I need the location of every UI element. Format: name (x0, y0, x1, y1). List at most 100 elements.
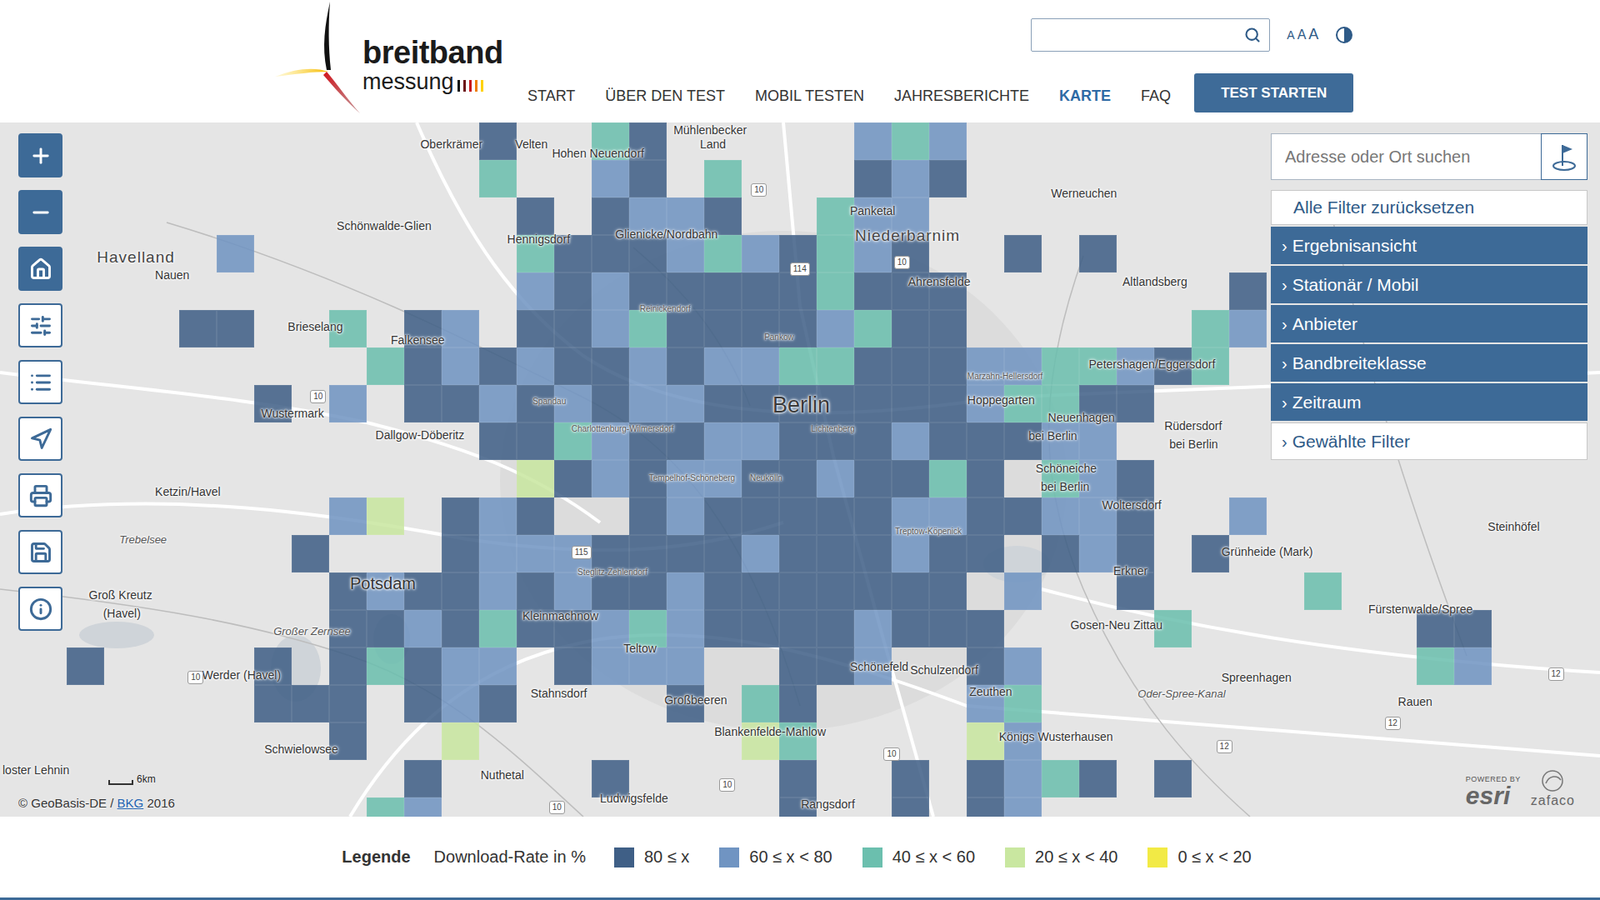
grid-cell[interactable] (554, 647, 592, 685)
grid-cell[interactable] (216, 310, 255, 348)
grid-cell[interactable] (291, 535, 330, 573)
grid-cell[interactable] (1004, 797, 1042, 817)
filter-accordion-item[interactable]: ›Ergebnisansicht (1270, 226, 1588, 265)
grid-cell[interactable] (741, 685, 780, 723)
grid-cell[interactable] (291, 685, 330, 723)
grid-cell[interactable] (1229, 497, 1267, 535)
grid-cell[interactable] (816, 497, 855, 535)
grid-cell[interactable] (479, 572, 517, 610)
grid-cell[interactable] (854, 610, 892, 648)
grid-cell[interactable] (479, 122, 517, 160)
grid-cell[interactable] (929, 160, 967, 198)
grid-cell[interactable] (929, 347, 967, 385)
grid-cell[interactable] (366, 610, 405, 648)
grid-cell[interactable] (1116, 572, 1155, 610)
zoom-in-button[interactable] (18, 133, 63, 178)
grid-cell[interactable] (554, 310, 592, 348)
grid-cell[interactable] (1041, 760, 1080, 798)
grid-cell[interactable] (854, 160, 892, 198)
grid-cell[interactable] (629, 310, 667, 348)
font-size-option[interactable]: A (1286, 28, 1295, 42)
grid-cell[interactable] (329, 685, 367, 723)
grid-cell[interactable] (479, 685, 517, 723)
grid-cell[interactable] (854, 310, 892, 348)
grid-cell[interactable] (891, 610, 930, 648)
grid-cell[interactable] (366, 647, 405, 685)
grid-cell[interactable] (891, 122, 930, 160)
grid-cell[interactable] (666, 572, 705, 610)
grid-cell[interactable] (591, 160, 630, 198)
nav-link[interactable]: FAQ (1140, 80, 1171, 105)
grid-cell[interactable] (516, 310, 555, 348)
grid-cell[interactable] (779, 347, 817, 385)
grid-cell[interactable] (741, 535, 780, 573)
grid-cell[interactable] (741, 422, 780, 460)
grid-cell[interactable] (666, 497, 705, 535)
grid-cell[interactable] (629, 347, 667, 385)
grid-cell[interactable] (929, 422, 967, 460)
grid-cell[interactable] (554, 272, 592, 310)
grid-cell[interactable] (1454, 647, 1492, 685)
grid-cell[interactable] (404, 385, 442, 423)
grid-cell[interactable] (479, 647, 517, 685)
grid-cell[interactable] (1041, 497, 1080, 535)
grid-cell[interactable] (704, 422, 742, 460)
grid-cell[interactable] (929, 385, 967, 423)
grid-cell[interactable] (779, 647, 817, 685)
filter-accordion-item[interactable]: ›Anbieter (1270, 305, 1588, 343)
grid-cell[interactable] (816, 647, 855, 685)
font-size-option[interactable]: A (1308, 25, 1319, 44)
grid-cell[interactable] (1229, 272, 1267, 310)
grid-cell[interactable] (591, 535, 630, 573)
nav-link[interactable]: START (527, 80, 575, 105)
grid-cell[interactable] (216, 235, 255, 273)
grid-cell[interactable] (741, 497, 780, 535)
reset-filters-button[interactable]: Alle Filter zurücksetzen (1270, 190, 1588, 225)
grid-cell[interactable] (629, 385, 667, 423)
grid-cell[interactable] (554, 572, 592, 610)
grid-cell[interactable] (741, 347, 780, 385)
nav-link[interactable]: JAHRESBERICHTE (894, 80, 1030, 105)
grid-cell[interactable] (816, 272, 855, 310)
grid-cell[interactable] (966, 460, 1005, 498)
grid-cell[interactable] (1079, 535, 1117, 573)
grid-cell[interactable] (516, 497, 555, 535)
grid-cell[interactable] (854, 385, 892, 423)
grid-cell[interactable] (1191, 310, 1230, 348)
grid-cell[interactable] (366, 797, 405, 817)
grid-cell[interactable] (366, 347, 405, 385)
grid-cell[interactable] (816, 197, 855, 235)
grid-cell[interactable] (179, 310, 217, 348)
grid-cell[interactable] (966, 535, 1005, 573)
start-test-button[interactable]: TEST STARTEN (1194, 73, 1354, 113)
grid-cell[interactable] (704, 160, 742, 198)
grid-cell[interactable] (666, 347, 705, 385)
grid-cell[interactable] (891, 460, 930, 498)
grid-cell[interactable] (704, 610, 742, 648)
grid-cell[interactable] (779, 760, 817, 798)
settings-button[interactable] (18, 303, 63, 348)
grid-cell[interactable] (854, 572, 892, 610)
grid-cell[interactable] (966, 722, 1005, 760)
filter-accordion-item[interactable]: ›Bandbreiteklasse (1270, 344, 1588, 382)
grid-cell[interactable] (779, 535, 817, 573)
info-button[interactable] (18, 586, 63, 631)
grid-cell[interactable] (329, 497, 367, 535)
filter-accordion-item[interactable]: ›Gewählte Filter (1270, 422, 1588, 460)
grid-cell[interactable] (891, 572, 930, 610)
grid-cell[interactable] (779, 272, 817, 310)
grid-cell[interactable] (929, 310, 967, 348)
grid-cell[interactable] (441, 347, 480, 385)
save-button[interactable] (18, 530, 63, 575)
grid-cell[interactable] (329, 647, 367, 685)
grid-cell[interactable] (704, 347, 742, 385)
grid-cell[interactable] (479, 497, 517, 535)
grid-cell[interactable] (1416, 647, 1455, 685)
filter-accordion-item[interactable]: ›Stationär / Mobil (1270, 265, 1588, 304)
grid-cell[interactable] (441, 685, 480, 723)
grid-cell[interactable] (629, 497, 667, 535)
grid-cell[interactable] (1004, 760, 1042, 798)
grid-cell[interactable] (441, 647, 480, 685)
grid-cell[interactable] (704, 497, 742, 535)
grid-cell[interactable] (666, 535, 705, 573)
